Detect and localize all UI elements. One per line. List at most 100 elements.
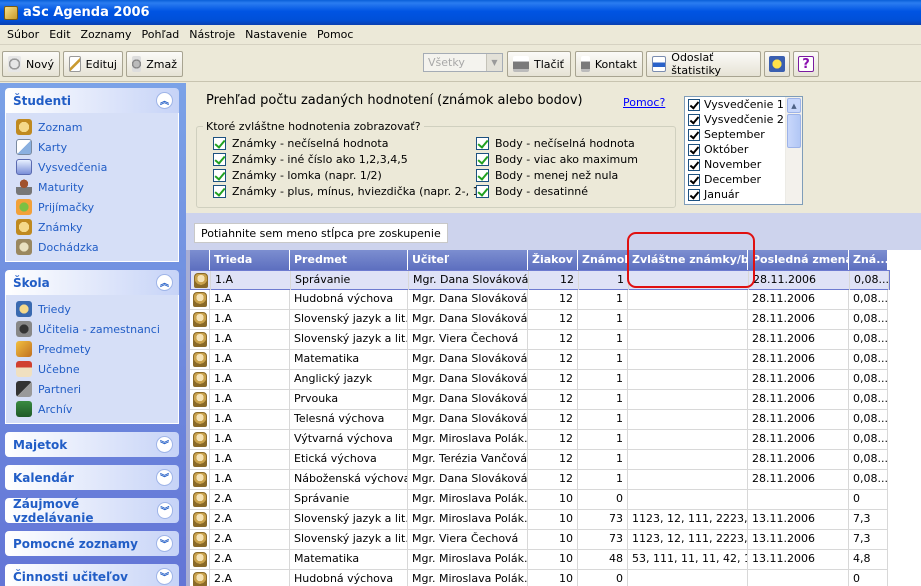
chevron-up-icon[interactable]: ︽ — [156, 92, 173, 109]
column-header-grades[interactable]: Známok — [578, 250, 628, 270]
delete-button[interactable]: Zmaž — [126, 51, 183, 77]
panel-activities-header[interactable]: Záujmové vzdelávanie ︾ — [5, 497, 179, 525]
menu-settings[interactable]: Nastavenie — [240, 28, 312, 41]
menu-tools[interactable]: Nástroje — [184, 28, 240, 41]
wizard-button[interactable] — [764, 51, 790, 77]
chevron-up-icon[interactable]: ︽ — [156, 274, 173, 291]
sidebar-item-archive[interactable]: Archív — [16, 399, 178, 419]
checkbox[interactable] — [213, 137, 226, 150]
print-button[interactable]: Tlačiť — [507, 51, 571, 77]
option-points-over-max[interactable]: Body - viac ako maximum — [476, 153, 638, 166]
sidebar-item-classes[interactable]: Triedy — [16, 299, 178, 319]
column-header-last-change[interactable]: Posledná zmena — [748, 250, 849, 270]
upload-icon — [652, 56, 667, 72]
table-row[interactable]: 1.A Slovenský jazyk a lit... Mgr. Viera Če… — [190, 330, 888, 350]
table-row[interactable]: 1.A Telesná výchova Mgr. Dana Slováková 12 1… — [190, 410, 888, 430]
table-row[interactable]: 1.A Prvouka Mgr. Dana Slováková 12 1 28.11.20… — [190, 390, 888, 410]
column-header-subject[interactable]: Predmet — [290, 250, 408, 270]
sidebar-item-admissions[interactable]: Prijímačky — [16, 197, 178, 217]
option-grade-nonnumeric[interactable]: Známky - nečíselná hodnota — [213, 137, 388, 150]
panel-property-header[interactable]: Majetok ︾ — [5, 432, 179, 457]
menu-view[interactable]: Pohľad — [137, 28, 185, 41]
option-points-decimal[interactable]: Body - desatinné — [476, 185, 588, 198]
option-points-negative[interactable]: Body - menej než nula — [476, 169, 618, 182]
scroll-up-icon[interactable]: ▲ — [787, 98, 801, 113]
menu-help[interactable]: Pomoc — [312, 28, 358, 41]
contact-button[interactable]: Kontakt — [575, 51, 643, 77]
column-header-class[interactable]: Trieda — [210, 250, 290, 270]
column-header-teacher[interactable]: Učiteľ — [408, 250, 528, 270]
column-header-students[interactable]: Žiakov — [528, 250, 578, 270]
chevron-down-icon[interactable]: ︾ — [156, 535, 173, 552]
menu-lists[interactable]: Zoznamy — [76, 28, 137, 41]
table-row[interactable]: 1.A Matematika Mgr. Dana Slováková 12 1 28.11… — [190, 350, 888, 370]
table-row[interactable]: 2.A Slovenský jazyk a lit... Mgr. Viera Če… — [190, 530, 888, 550]
table-row[interactable]: 1.A Náboženská výchova Mgr. Dana Slováková… — [190, 470, 888, 490]
option-grade-other-number[interactable]: Známky - iné číslo ako 1,2,3,4,5 — [213, 153, 408, 166]
panel-school-header[interactable]: Škola ︽ — [5, 270, 179, 295]
checkbox[interactable] — [213, 185, 226, 198]
checkbox[interactable] — [688, 98, 700, 111]
new-button[interactable]: Nový — [2, 51, 60, 77]
help-button[interactable]: ? — [793, 51, 819, 77]
checkbox[interactable] — [476, 137, 489, 150]
sidebar-item-teachers[interactable]: Učitelia - zamestnanci — [16, 319, 178, 339]
period-listbox[interactable]: Vysvedčenie 1. Vysvedčenie 2. September … — [684, 96, 803, 205]
chevron-down-icon[interactable]: ︾ — [156, 568, 173, 585]
table-row[interactable]: 1.A Výtvarná výchova Mgr. Miroslava Polák.… — [190, 430, 888, 450]
checkbox[interactable] — [213, 169, 226, 182]
group-by-bar[interactable]: Potiahnite sem meno stĺpca pre zoskupeni… — [186, 213, 921, 250]
sidebar-item-cards[interactable]: Karty — [16, 137, 178, 157]
checkbox[interactable] — [688, 143, 700, 156]
help-link[interactable]: Pomoc? — [623, 96, 665, 109]
person-icon — [192, 372, 207, 387]
sidebar-item-graduation[interactable]: Maturity — [16, 177, 178, 197]
menu-edit[interactable]: Edit — [44, 28, 75, 41]
table-row[interactable]: 2.A Hudobná výchova Mgr. Miroslava Polák..… — [190, 570, 888, 586]
listbox-scrollbar[interactable]: ▲ — [785, 97, 802, 204]
cell-grade-avg: 0,08... — [849, 450, 888, 469]
option-grade-slash[interactable]: Známky - lomka (napr. 1/2) — [213, 169, 382, 182]
option-points-nonnumeric[interactable]: Body - nečíselná hodnota — [476, 137, 635, 150]
checkbox[interactable] — [688, 188, 700, 201]
send-stats-button[interactable]: Odoslať štatistiky — [646, 51, 761, 77]
filter-dropdown[interactable]: Všetky ▼ — [423, 53, 503, 72]
panel-calendar-header[interactable]: Kalendár ︾ — [5, 465, 179, 490]
chevron-down-icon[interactable]: ︾ — [156, 502, 173, 519]
column-header-grade-avg[interactable]: Zná... — [849, 250, 888, 270]
chevron-down-icon[interactable]: ︾ — [156, 469, 173, 486]
edit-button[interactable]: Edituj — [63, 51, 123, 77]
table-row[interactable]: 2.A Správanie Mgr. Miroslava Polák... 10 0 0 — [190, 490, 888, 510]
sidebar-item-grades[interactable]: Známky — [16, 217, 178, 237]
panel-auxiliary-header[interactable]: Pomocné zoznamy ︾ — [5, 531, 179, 556]
column-header-icon[interactable] — [190, 250, 210, 270]
option-grade-plus-minus[interactable]: Známky - plus, mínus, hviezdička (napr. … — [213, 185, 489, 198]
sidebar-item-rooms[interactable]: Učebne — [16, 359, 178, 379]
sidebar-item-subjects[interactable]: Predmety — [16, 339, 178, 359]
chevron-down-icon[interactable]: ︾ — [156, 436, 173, 453]
checkbox[interactable] — [688, 113, 700, 126]
checkbox[interactable] — [476, 153, 489, 166]
table-row[interactable]: 1.A Anglický jazyk Mgr. Dana Slováková 12 1 2… — [190, 370, 888, 390]
sidebar-item-reports[interactable]: Vysvedčenia — [16, 157, 178, 177]
sidebar-item-list[interactable]: Zoznam — [16, 117, 178, 137]
table-row[interactable]: 2.A Slovenský jazyk a lit... Mgr. Miroslav… — [190, 510, 888, 530]
table-row[interactable]: 1.A Slovenský jazyk a lit... Mgr. Dana Slo… — [190, 310, 888, 330]
sidebar-item-partners[interactable]: Partneri — [16, 379, 178, 399]
sidebar-item-attendance[interactable]: Dochádzka — [16, 237, 178, 257]
checkbox[interactable] — [688, 128, 700, 141]
table-row[interactable]: 1.A Správanie Mgr. Dana Slováková 12 1 28.11.… — [190, 270, 890, 290]
menu-file[interactable]: Súbor — [2, 28, 44, 41]
panel-students-header[interactable]: Študenti ︽ — [5, 88, 179, 113]
panel-teacher-activities-header[interactable]: Činnosti učiteľov ︾ — [5, 564, 179, 586]
table-row[interactable]: 1.A Etická výchova Mgr. Terézia Vančová 12 1… — [190, 450, 888, 470]
table-row[interactable]: 1.A Hudobná výchova Mgr. Dana Slováková 12 1… — [190, 290, 888, 310]
checkbox[interactable] — [476, 169, 489, 182]
checkbox[interactable] — [476, 185, 489, 198]
checkbox[interactable] — [688, 173, 700, 186]
checkbox[interactable] — [688, 158, 700, 171]
scroll-thumb[interactable] — [787, 114, 801, 148]
checkbox[interactable] — [213, 153, 226, 166]
chevron-down-icon[interactable]: ▼ — [486, 54, 502, 71]
table-row[interactable]: 2.A Matematika Mgr. Miroslava Polák... 10 48… — [190, 550, 888, 570]
